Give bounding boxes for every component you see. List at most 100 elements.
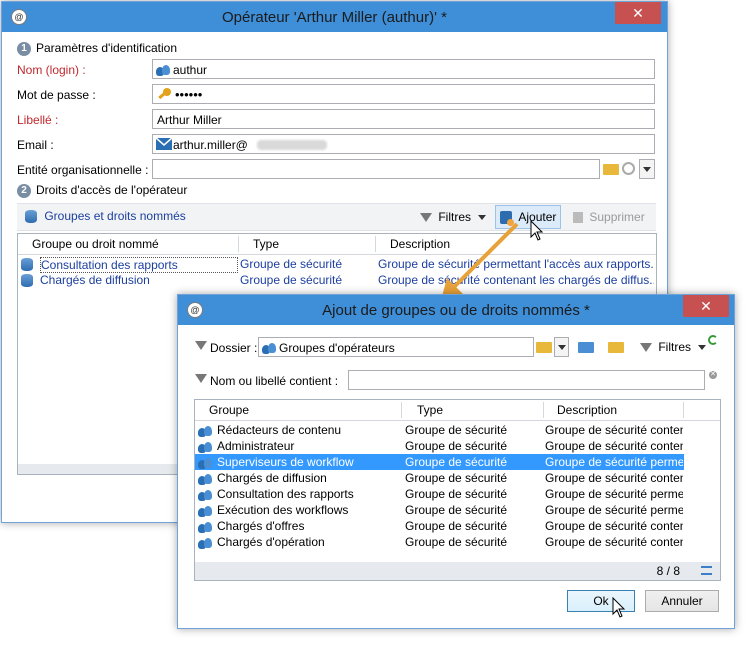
close-button[interactable]: ✕ xyxy=(615,2,661,24)
list-menu-icon[interactable] xyxy=(701,566,712,575)
email-domain-blurred xyxy=(257,140,327,150)
row-description: Groupe de sécurité permettant l... xyxy=(545,487,683,501)
entite-dropdown-button[interactable] xyxy=(639,159,655,179)
entite-label: Entité organisationnelle : xyxy=(17,163,149,177)
dialog-titlebar[interactable]: @ Ajout de groupes ou de droits nommés *… xyxy=(178,295,734,325)
folder-field[interactable]: Groupes d'opérateurs xyxy=(258,337,534,357)
table-row[interactable]: Rédacteurs de contenu Groupe de sécurité G… xyxy=(195,422,684,438)
groups-grid: Groupe Type Description Rédacteurs de co… xyxy=(194,399,721,581)
group-icon xyxy=(198,439,212,453)
table-row[interactable]: Consultation des rapports Groupe de sécu… xyxy=(18,256,656,273)
section-title: Paramètres d'identification xyxy=(36,41,178,55)
password-value: •••••• xyxy=(175,87,203,102)
group-icon xyxy=(198,503,212,517)
email-field[interactable]: arthur.miller@ xyxy=(152,134,655,154)
group-icon xyxy=(198,471,212,485)
row-name: Superviseurs de workflow xyxy=(217,455,354,469)
close-button[interactable]: ✕ xyxy=(683,295,729,317)
row-type: Groupe de sécurité xyxy=(240,257,343,271)
delete-button[interactable]: Supprimer xyxy=(573,210,645,224)
group-icon xyxy=(198,487,212,501)
funnel-icon xyxy=(420,213,432,223)
table-row[interactable]: Exécution des workflows Groupe de sécurit… xyxy=(195,502,684,518)
refresh-icon[interactable] xyxy=(708,335,718,345)
groups-tab-label: Groupes et droits nommés xyxy=(44,209,186,223)
login-field[interactable]: authur xyxy=(152,59,655,79)
grid-header: Groupe Type Description xyxy=(195,400,720,421)
cancel-button[interactable]: Annuler xyxy=(645,590,719,612)
row-description: Groupe de sécurité contenan... xyxy=(545,535,683,549)
trash-icon xyxy=(573,212,583,224)
column-header-type[interactable]: Type xyxy=(253,237,279,251)
folder-open-icon[interactable] xyxy=(608,342,624,353)
row-count: 8 / 8 xyxy=(656,564,680,578)
row-name: Rédacteurs de contenu xyxy=(217,423,342,437)
clear-icon[interactable]: ✕ xyxy=(709,371,717,379)
funnel-icon xyxy=(640,343,652,353)
database-icon xyxy=(21,257,33,272)
section-number: 1 xyxy=(17,41,31,56)
row-name: Consultation des rapports xyxy=(217,487,354,501)
grid-footer: 8 / 8 xyxy=(195,562,720,580)
row-type: Groupe de sécurité xyxy=(405,423,508,437)
group-icon xyxy=(198,423,212,437)
row-description: Groupe de sécurité permettant... xyxy=(545,455,683,469)
magnifier-icon[interactable] xyxy=(622,162,635,175)
group-icon xyxy=(198,535,212,549)
column-header-group[interactable]: Groupe xyxy=(209,403,249,417)
row-type: Groupe de sécurité xyxy=(405,455,508,469)
table-row[interactable]: Administrateur Groupe de sécurité Groupe d… xyxy=(195,438,684,454)
row-type: Groupe de sécurité xyxy=(405,519,508,533)
row-description: Groupe de sécurité contenant l... xyxy=(545,471,683,485)
row-name: Chargés d'opération xyxy=(217,535,325,549)
column-header-group[interactable]: Groupe ou droit nommé xyxy=(32,237,159,251)
table-row[interactable]: Superviseurs de workflow Groupe de sécuri… xyxy=(195,454,684,470)
dialog-filters-button[interactable]: Filtres xyxy=(640,340,707,354)
chevron-down-icon xyxy=(698,345,707,351)
dialog-filters-label: Filtres xyxy=(658,340,692,354)
folder-value: Groupes d'opérateurs xyxy=(279,341,395,355)
table-row[interactable]: Chargés de diffusion Groupe de sécurité … xyxy=(18,272,656,288)
group-icon xyxy=(198,455,212,469)
folder-dropdown-button[interactable] xyxy=(554,337,569,357)
group-icon xyxy=(262,340,276,354)
column-header-type[interactable]: Type xyxy=(417,403,443,417)
libelle-label: Libellé : xyxy=(17,113,59,127)
folder-up-icon[interactable] xyxy=(578,342,594,353)
row-description: Groupe de sécurité contenant l... xyxy=(545,519,683,533)
entite-field[interactable] xyxy=(152,159,600,179)
row-type: Groupe de sécurité xyxy=(240,273,343,287)
database-icon xyxy=(25,210,37,224)
delete-label: Supprimer xyxy=(589,210,645,224)
libelle-value: Arthur Miller xyxy=(157,113,222,127)
table-row[interactable]: Chargés d'opération Groupe de sécurité Gro… xyxy=(195,534,684,550)
email-label: Email : xyxy=(17,138,54,152)
rights-toolbar: Groupes et droits nommés Filtres Ajouter… xyxy=(17,203,656,231)
section-identification: 1 Paramètres d'identification xyxy=(17,41,177,56)
groups-tab[interactable]: Groupes et droits nommés xyxy=(25,209,186,224)
password-field[interactable]: •••••• xyxy=(152,84,655,104)
folder-label: Dossier : xyxy=(210,341,258,355)
folder-icon[interactable] xyxy=(603,164,619,175)
table-row[interactable]: Consultation des rapports Groupe de sécur… xyxy=(195,486,684,502)
table-row[interactable]: Chargés de diffusion Groupe de sécurité Gr… xyxy=(195,470,684,486)
section-title: Droits d'accès de l'opérateur xyxy=(36,183,188,197)
column-header-description[interactable]: Description xyxy=(557,403,617,417)
row-description: Groupe de sécurité permettant l... xyxy=(545,503,683,517)
search-input[interactable] xyxy=(348,370,705,390)
group-icon xyxy=(198,519,212,533)
add-groups-dialog: @ Ajout de groupes ou de droits nommés *… xyxy=(177,294,735,629)
libelle-field[interactable]: Arthur Miller xyxy=(152,109,655,129)
operator-window-titlebar[interactable]: @ Opérateur 'Arthur Miller (authur)' * ✕ xyxy=(2,2,667,32)
row-type: Groupe de sécurité xyxy=(405,487,508,501)
table-row[interactable]: Chargés d'offres Groupe de sécurité Groupe… xyxy=(195,518,684,534)
folder-icon[interactable] xyxy=(536,342,552,353)
row-name: Exécution des workflows xyxy=(217,503,349,517)
funnel-icon xyxy=(195,374,207,383)
section-access-rights: 2 Droits d'accès de l'opérateur xyxy=(17,183,187,198)
password-label: Mot de passe : xyxy=(17,88,96,102)
grid-header: Groupe ou droit nommé Type Description xyxy=(18,234,656,255)
funnel-icon xyxy=(195,341,207,350)
row-name: Chargés d'offres xyxy=(217,519,305,533)
chevron-down-icon xyxy=(643,167,651,173)
